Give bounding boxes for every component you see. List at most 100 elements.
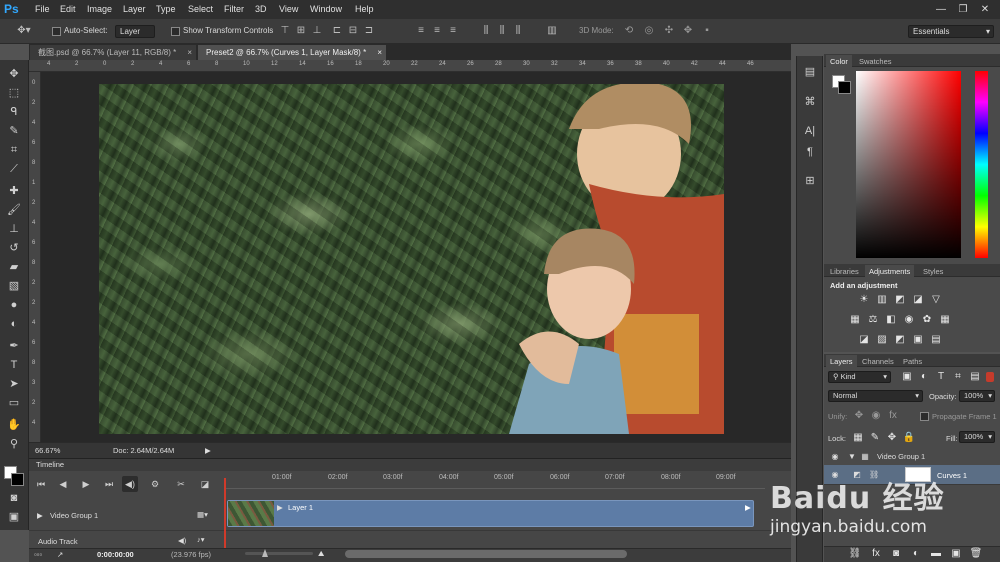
propagate-frame-checkbox[interactable] [920, 412, 929, 421]
3d-pan-icon[interactable]: ✣ [662, 24, 676, 38]
type-tool-icon[interactable]: T [4, 357, 24, 374]
brightness-contrast-icon[interactable]: ☀ [857, 294, 871, 306]
history-panel-icon[interactable]: ▤ [801, 63, 819, 81]
restore-button[interactable]: ❐ [952, 0, 974, 19]
film-strip-icon[interactable]: ▦▾ [197, 510, 208, 519]
screen-mode-icon[interactable]: ▣ [4, 509, 24, 526]
visibility-eye-icon[interactable]: ◉ [830, 452, 840, 462]
3d-slide-icon[interactable]: ✥ [681, 24, 695, 38]
eyedropper-tool-icon[interactable]: ⟋ [4, 161, 24, 178]
auto-align-icon[interactable]: ▥ [545, 24, 559, 38]
zoom-level[interactable]: 66.67% [35, 446, 60, 455]
tab-jietu-psd[interactable]: 截图.psd @ 66.7% (Layer 11, RGB/8) * × [30, 45, 196, 60]
menu-view[interactable]: View [279, 0, 298, 19]
zoom-tool-icon[interactable]: ⚲ [4, 436, 24, 453]
align-bottom-icon[interactable]: ⊥ [311, 24, 323, 38]
split-at-playhead-icon[interactable]: ✂ [173, 476, 189, 492]
healing-brush-tool-icon[interactable]: ✚ [4, 183, 24, 200]
move-tool-preset-icon[interactable]: ✥▾ [14, 24, 34, 38]
lock-all-icon[interactable]: 🔒 [902, 432, 916, 444]
move-tool-icon[interactable]: ✥ [4, 66, 24, 83]
lock-position-icon[interactable]: ✥ [885, 432, 899, 444]
close-tab-icon[interactable]: × [187, 45, 192, 60]
pen-tool-icon[interactable]: ✒ [4, 338, 24, 355]
music-note-icon[interactable]: ♪▾ [197, 535, 205, 544]
render-video-icon[interactable]: ↗ [57, 550, 63, 559]
layer-style-fx-icon[interactable]: fx [869, 548, 883, 560]
zoom-in-mountain-icon[interactable]: ⛰ [318, 549, 324, 559]
menu-layer[interactable]: Layer [123, 0, 146, 19]
blur-tool-icon[interactable]: ● [4, 297, 24, 314]
3d-roll-icon[interactable]: ◎ [642, 24, 656, 38]
color-picker-field[interactable] [856, 71, 961, 258]
blend-mode-dropdown[interactable]: Normal ▾ [828, 390, 923, 402]
status-menu-arrow-icon[interactable]: ▶ [205, 446, 211, 455]
document-image[interactable] [99, 84, 724, 434]
exposure-icon[interactable]: ◪ [911, 294, 925, 306]
transition-icon[interactable]: ◪ [197, 476, 213, 492]
auto-select-dropdown[interactable]: Layer [115, 25, 155, 38]
align-left-icon[interactable]: ⊏ [331, 24, 343, 38]
menu-type[interactable]: Type [156, 0, 176, 19]
unify-visibility-icon[interactable]: ◉ [869, 410, 883, 422]
hand-tool-icon[interactable]: ✋ [4, 417, 24, 434]
color-balance-icon[interactable]: ⚖ [866, 314, 880, 326]
expand-arrow-icon[interactable]: ▶ [37, 511, 43, 520]
show-transform-checkbox[interactable] [171, 27, 180, 36]
audio-mute-icon[interactable]: ◀) [122, 476, 138, 492]
settings-gear-icon[interactable]: ⚙ [147, 476, 163, 492]
vibrance-icon[interactable]: ▽ [929, 294, 943, 306]
distribute-right-icon[interactable]: ⫼ [512, 24, 524, 38]
crop-tool-icon[interactable]: ⌗ [4, 142, 24, 159]
3d-panel-icon[interactable]: ⊞ [801, 172, 819, 190]
3d-scale-icon[interactable]: ▪ [700, 24, 714, 38]
frame-view-icon[interactable]: ▫▫▫ [34, 550, 42, 559]
gradient-tool-icon[interactable]: ▧ [4, 278, 24, 295]
brush-tool-icon[interactable]: 🖌 [4, 202, 24, 219]
filter-type-icon[interactable]: T [934, 371, 948, 383]
path-select-tool-icon[interactable]: ➤ [4, 376, 24, 393]
photo-filter-icon[interactable]: ◉ [902, 314, 916, 326]
menu-image[interactable]: Image [87, 0, 112, 19]
paragraph-panel-icon[interactable]: ¶ [801, 143, 819, 161]
add-mask-icon[interactable]: ◙ [889, 548, 903, 560]
hue-slider[interactable] [975, 71, 988, 258]
minimize-button[interactable]: — [930, 0, 952, 19]
audio-volume-icon[interactable]: ◀) [178, 536, 186, 545]
hue-saturation-icon[interactable]: ▦ [848, 314, 862, 326]
expand-group-icon[interactable]: ▼ [847, 452, 857, 462]
new-layer-icon[interactable]: ▣ [949, 548, 963, 560]
zoom-slider-track[interactable] [245, 552, 313, 555]
distribute-hcenter-icon[interactable]: ⫼ [496, 24, 508, 38]
filter-adjustment-icon[interactable]: ◐ [917, 371, 931, 383]
new-adjustment-layer-icon[interactable]: ◐ [909, 548, 923, 560]
layer-filter-kind-dropdown[interactable]: ⚲ Kind ▾ [828, 371, 891, 383]
history-brush-tool-icon[interactable]: ↺ [4, 240, 24, 257]
close-tab-icon[interactable]: × [377, 45, 382, 60]
menu-3d[interactable]: 3D [255, 0, 267, 19]
quick-select-tool-icon[interactable]: ✎ [4, 123, 24, 140]
gradient-map-icon[interactable]: ▤ [929, 334, 943, 346]
distribute-vcenter-icon[interactable]: ≡ [431, 24, 443, 38]
shape-tool-icon[interactable]: ▭ [4, 395, 24, 412]
align-top-icon[interactable]: ⊤ [279, 24, 291, 38]
lasso-tool-icon[interactable]: ᑫ [4, 104, 24, 121]
align-vcenter-icon[interactable]: ⊞ [295, 24, 307, 38]
filter-smart-object-icon[interactable]: ▤ [968, 371, 982, 383]
new-group-icon[interactable]: ▬ [929, 548, 943, 560]
link-layers-icon[interactable]: ⛓ [848, 548, 862, 560]
unify-style-icon[interactable]: fx [886, 410, 900, 422]
previous-frame-icon[interactable]: ◀ [55, 476, 71, 492]
eraser-tool-icon[interactable]: ▰ [4, 259, 24, 276]
clone-stamp-tool-icon[interactable]: ⊥ [4, 221, 24, 238]
close-window-button[interactable]: ✕ [974, 0, 996, 19]
posterize-icon[interactable]: ▨ [875, 334, 889, 346]
dodge-tool-icon[interactable]: ◐ [4, 316, 24, 333]
quick-mask-icon[interactable]: ◙ [4, 490, 24, 507]
marquee-tool-icon[interactable]: ⬚ [4, 85, 24, 102]
selective-color-icon[interactable]: ▣ [911, 334, 925, 346]
lock-pixels-icon[interactable]: ✎ [868, 432, 882, 444]
workspace-dropdown[interactable]: Essentials ▾ [908, 25, 994, 38]
menu-edit[interactable]: Edit [60, 0, 76, 19]
curves-icon[interactable]: ◩ [893, 294, 907, 306]
